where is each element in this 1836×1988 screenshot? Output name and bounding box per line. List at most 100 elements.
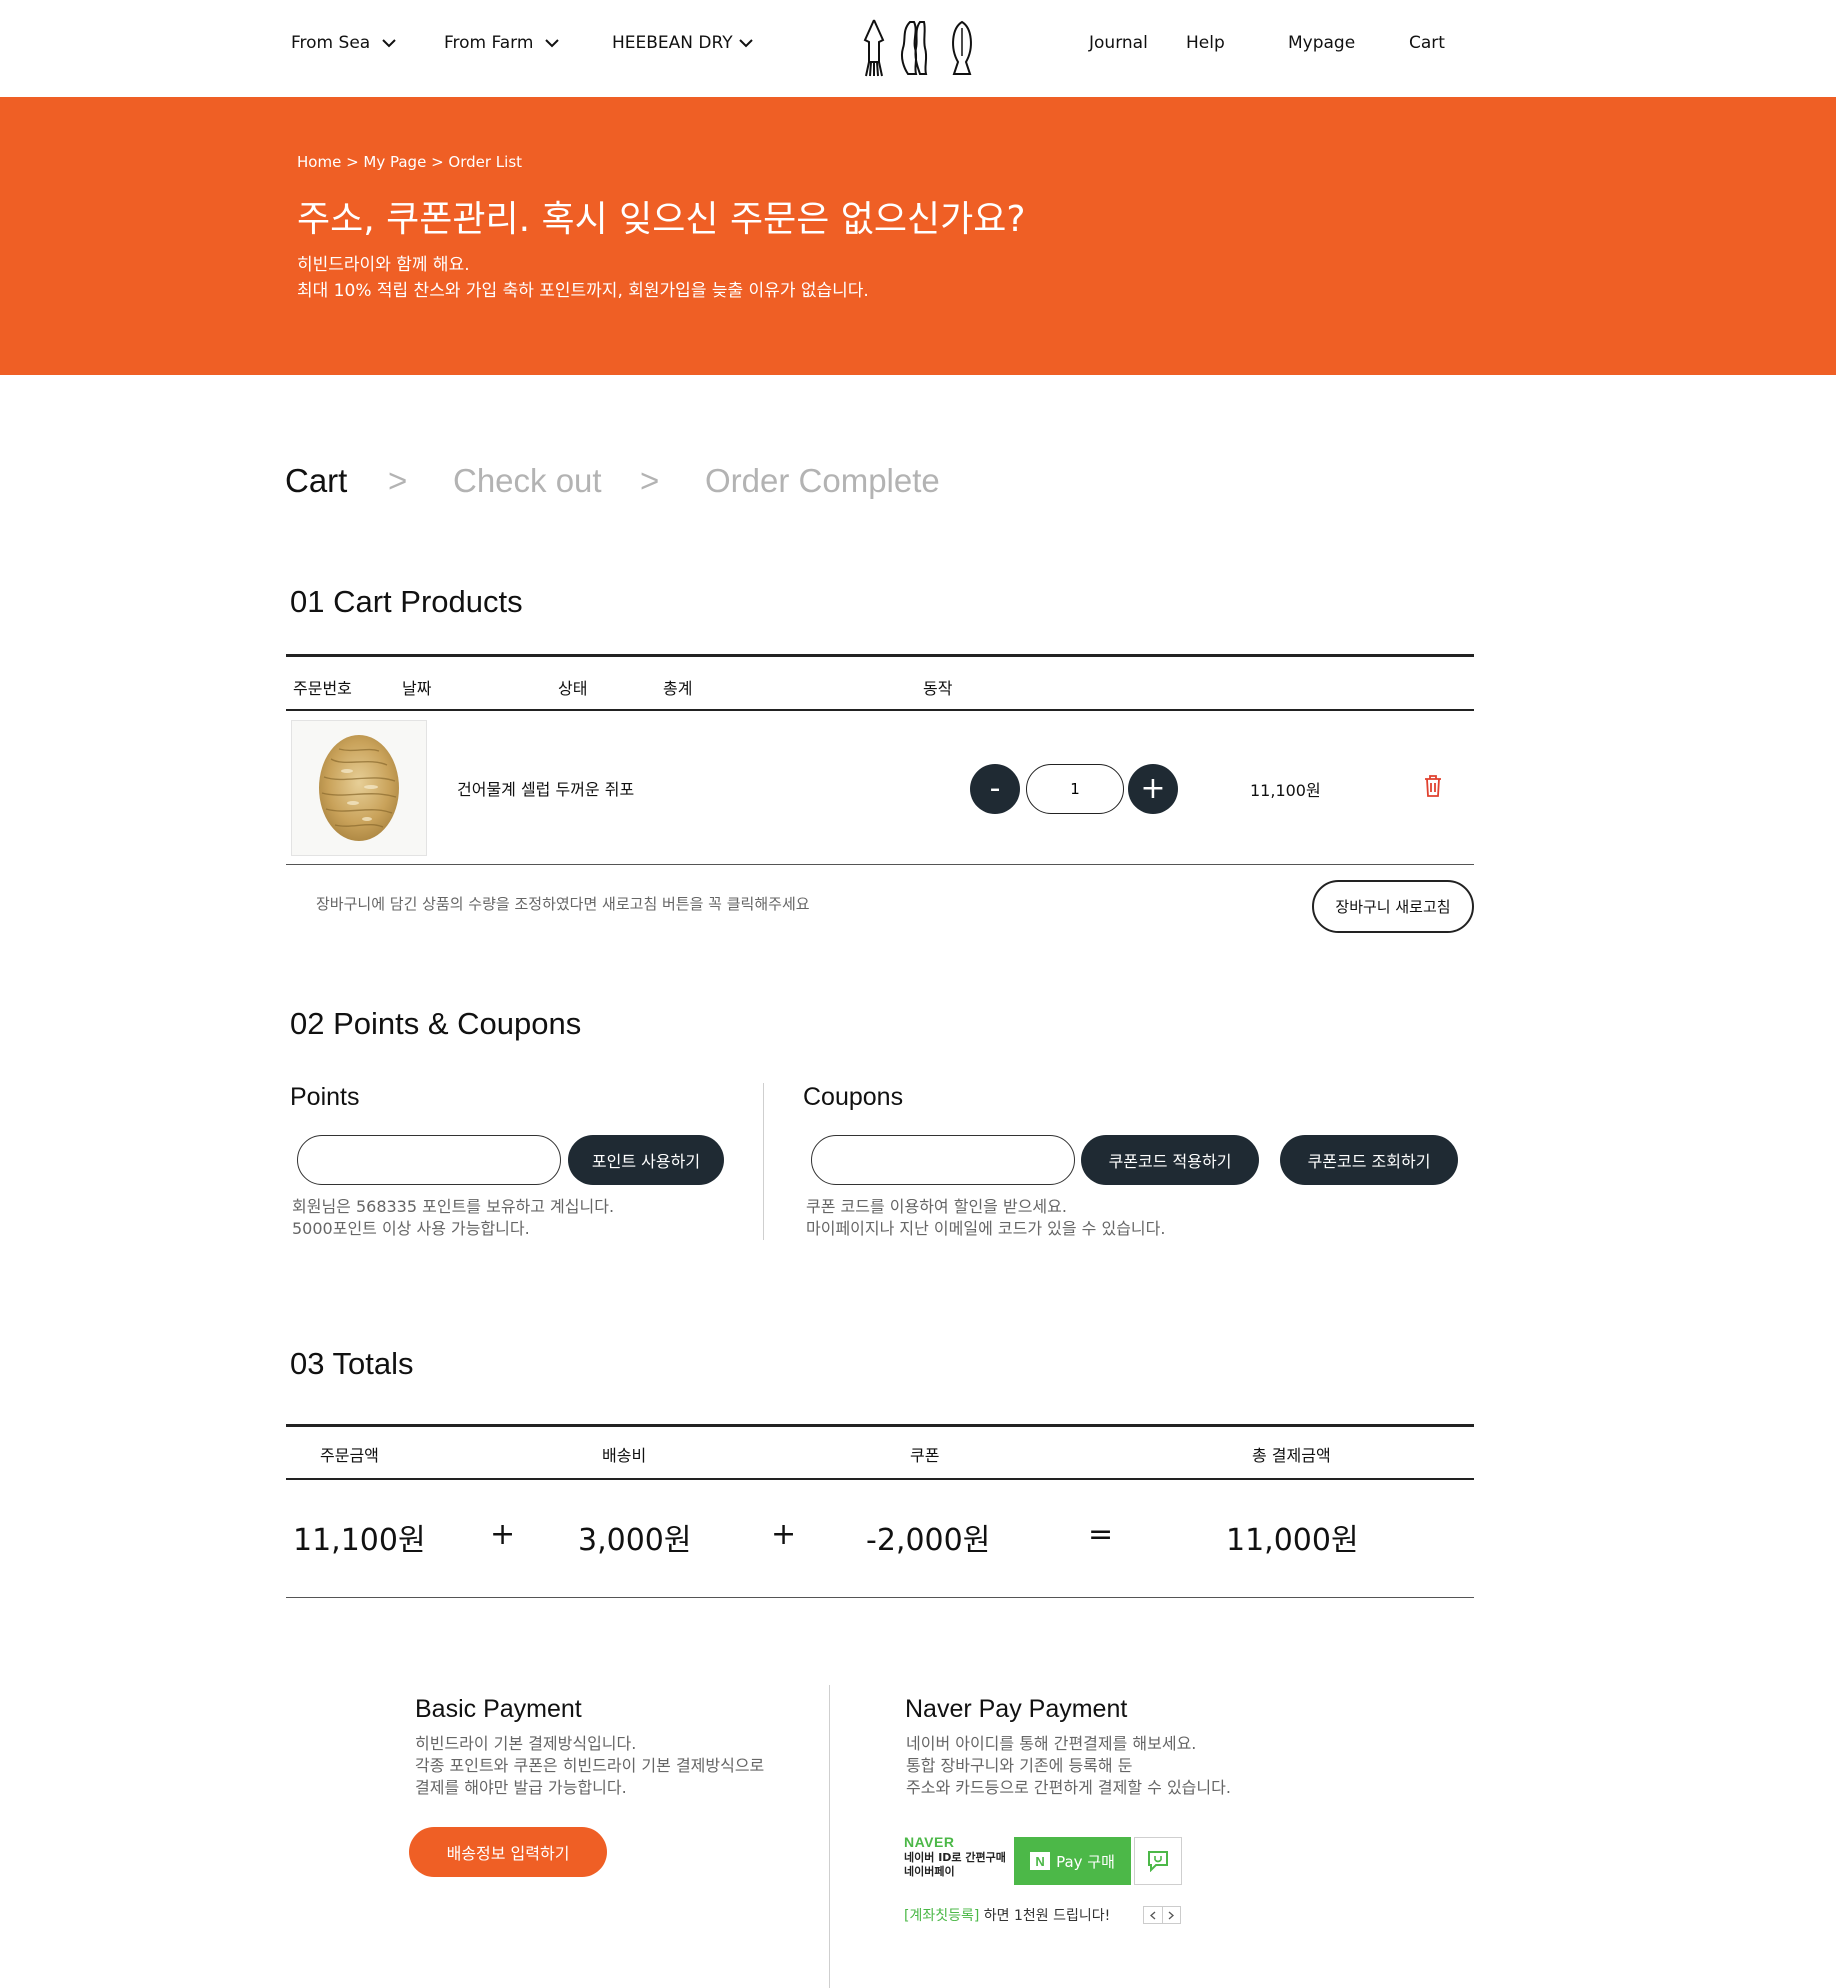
totals-section-title: 03 Totals [290, 1346, 414, 1381]
equals-operator: = [1088, 1517, 1114, 1552]
apply-coupon-button[interactable]: 쿠폰코드 적용하기 [1081, 1135, 1259, 1185]
step-cart: Cart [285, 462, 348, 499]
nav-from-farm-label: From Farm [444, 33, 534, 53]
column-header: 날짜 [402, 679, 432, 698]
totals-column-header: 배송비 [602, 1446, 647, 1465]
cart-refresh-button[interactable]: 장바구니 새로고침 [1312, 880, 1474, 933]
chat-bubble-icon [1148, 1851, 1168, 1872]
hero-subtitle: 히빈드라이와 함께 해요. 최대 10% 적립 찬스와 가입 축하 포인트까지,… [297, 252, 869, 304]
coupons-note-line: 마이페이지나 지난 이메일에 코드가 있을 수 있습니다. [806, 1219, 1166, 1238]
divider [286, 1478, 1474, 1480]
coupons-note-line: 쿠폰 코드를 이용하여 할인을 받으세요. [806, 1197, 1067, 1216]
promo-pager [1143, 1906, 1181, 1924]
hero-banner: Home > My Page > Order List 주소, 쿠폰관리. 혹시… [0, 97, 1836, 375]
nav-mypage[interactable]: Mypage [1288, 33, 1355, 53]
chevron-right-icon[interactable] [1163, 1907, 1181, 1923]
step-separator: > [640, 462, 660, 499]
breadcrumb: Home > My Page > Order List [297, 153, 523, 171]
divider [763, 1083, 764, 1240]
basic-payment-description-line: 각종 포인트와 쿠폰은 히빈드라이 기본 결제방식으로 [415, 1756, 765, 1775]
naver-id-purchase-text: 네이버 ID로 간편구매 [904, 1851, 1006, 1864]
dried-filefish-image [319, 735, 399, 841]
divider [829, 1685, 830, 1988]
naver-logo-text: NAVER [904, 1834, 955, 1850]
coupons-note: 쿠폰 코드를 이용하여 할인을 받으세요. 마이페이지나 지난 이메일에 코드가… [806, 1196, 1165, 1240]
nav-heebean-dry[interactable]: HEEBEAN DRY [612, 33, 753, 53]
product-thumbnail[interactable] [291, 720, 427, 856]
points-title: Points [290, 1083, 360, 1111]
points-note: 회원님은 568335 포인트를 보유하고 계십니다. 5000포인트 이상 사… [292, 1196, 614, 1240]
cart-section-title: 01 Cart Products [290, 584, 523, 619]
nav-journal[interactable]: Journal [1089, 33, 1148, 53]
naver-pay-description-line: 통합 장바구니와 기존에 등록해 둔 [906, 1756, 1133, 1775]
lookup-coupon-button[interactable]: 쿠폰코드 조회하기 [1280, 1135, 1458, 1185]
points-input[interactable] [297, 1135, 561, 1185]
account-register-link[interactable]: [계좌칫등록] [904, 1908, 979, 1924]
naver-promo: [계좌칫등록] 하면 1천원 드립니다! [904, 1905, 1110, 1925]
hero-subtitle-line: 히빈드라이와 함께 해요. [297, 255, 470, 275]
coupon-code-input[interactable] [811, 1135, 1075, 1185]
nav-heebean-dry-label: HEEBEAN DRY [612, 33, 733, 53]
shipping-fee: 3,000원 [578, 1523, 692, 1558]
naver-pay-purchase-button[interactable]: N Pay 구매 [1014, 1837, 1131, 1885]
step-order-complete: Order Complete [705, 462, 940, 499]
step-separator: > [388, 462, 408, 499]
divider [286, 1597, 1474, 1598]
chevron-down-icon [382, 38, 396, 47]
nav-help[interactable]: Help [1186, 33, 1225, 53]
totals-column-header: 쿠폰 [910, 1446, 940, 1465]
plus-operator: + [771, 1517, 797, 1552]
naver-pay-button-label: Pay 구매 [1056, 1852, 1115, 1871]
naver-promo-text: 하면 1천원 드립니다! [983, 1908, 1111, 1924]
column-header: 주문번호 [293, 679, 352, 698]
points-note-line: 5000포인트 이상 사용 가능합니다. [292, 1219, 530, 1238]
chevron-down-icon [738, 38, 753, 47]
plus-operator: + [490, 1517, 516, 1552]
naver-pay-description-line: 네이버 아이디를 통해 간편결제를 해보세요. [906, 1734, 1197, 1753]
quantity-input[interactable] [1026, 764, 1124, 814]
naver-pay-description: 네이버 아이디를 통해 간편결제를 해보세요. 통합 장바구니와 기존에 등록해… [906, 1733, 1231, 1799]
coupon-discount: -2,000원 [866, 1523, 991, 1558]
points-coupons-section-title: 02 Points & Coupons [290, 1006, 582, 1041]
nav-from-sea-label: From Sea [291, 33, 371, 53]
basic-payment-title: Basic Payment [415, 1695, 582, 1723]
total-payment: 11,000원 [1226, 1523, 1359, 1558]
brand-logo[interactable] [862, 18, 980, 78]
nav-from-sea[interactable]: From Sea [291, 33, 396, 53]
divider [286, 654, 1474, 657]
naver-pay-description-line: 주소와 카드등으로 간편하게 결제할 수 있습니다. [906, 1778, 1231, 1797]
basic-payment-description-line: 히빈드라이 기본 결제방식입니다. [415, 1734, 637, 1753]
column-header: 총계 [663, 679, 693, 698]
naver-talk-button[interactable] [1134, 1837, 1182, 1885]
product-price: 11,100원 [1250, 781, 1321, 800]
quantity-decrease-button[interactable]: - [970, 764, 1020, 814]
naver-brand-block: NAVER 네이버 ID로 간편구매 네이버페이 [904, 1834, 1016, 1884]
column-header: 상태 [558, 679, 588, 698]
totals-column-header: 총 결제금액 [1252, 1446, 1331, 1465]
hero-title: 주소, 쿠폰관리. 혹시 잊으신 주문은 없으신가요? [297, 199, 1026, 240]
divider [286, 864, 1474, 865]
naver-pay-brand-text: 네이버페이 [904, 1865, 955, 1878]
trash-icon[interactable] [1423, 774, 1443, 798]
column-header: 동작 [923, 679, 953, 698]
chevron-down-icon [545, 38, 560, 47]
hero-subtitle-line: 최대 10% 적립 찬스와 가입 축하 포인트까지, 회원가입을 늦출 이유가 … [297, 281, 869, 301]
points-note-line: 회원님은 568335 포인트를 보유하고 계십니다. [292, 1197, 615, 1216]
totals-column-header: 주문금액 [320, 1446, 379, 1465]
nav-from-farm[interactable]: From Farm [444, 33, 560, 53]
enter-shipping-info-button[interactable]: 배송정보 입력하기 [409, 1827, 607, 1877]
divider [286, 1424, 1474, 1427]
quantity-increase-button[interactable]: + [1128, 764, 1178, 814]
use-points-button[interactable]: 포인트 사용하기 [568, 1135, 724, 1185]
order-amount: 11,100원 [293, 1523, 426, 1558]
naver-n-logo-icon: N [1030, 1852, 1051, 1870]
coupons-title: Coupons [803, 1083, 904, 1111]
chevron-left-icon[interactable] [1144, 1907, 1163, 1923]
product-name[interactable]: 건어물계 셀럽 두꺼운 쥐포 [457, 776, 634, 800]
naver-pay-title: Naver Pay Payment [905, 1695, 1128, 1723]
step-checkout: Check out [453, 462, 602, 499]
nav-cart[interactable]: Cart [1409, 33, 1445, 53]
refresh-note: 장바구니에 담긴 상품의 수량을 조정하였다면 새로고침 버튼을 꼭 클릭해주세… [316, 895, 810, 913]
basic-payment-description-line: 결제를 해야만 발급 가능합니다. [415, 1778, 627, 1797]
basic-payment-description: 히빈드라이 기본 결제방식입니다. 각종 포인트와 쿠폰은 히빈드라이 기본 결… [415, 1733, 764, 1799]
